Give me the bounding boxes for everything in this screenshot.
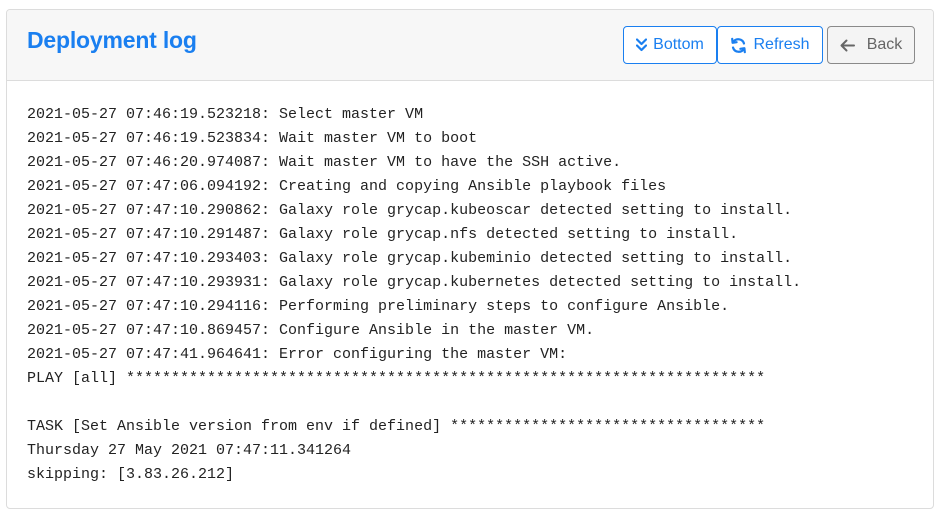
log-line: skipping: [3.83.26.212] [27,466,235,483]
log-line: 2021-05-27 07:47:06.094192: Creating and… [27,178,667,195]
log-line: 2021-05-27 07:46:19.523218: Select maste… [27,106,424,123]
arrow-left-icon [840,39,855,52]
log-line: 2021-05-27 07:46:20.974087: Wait master … [27,154,622,171]
log-line: TASK [Set Ansible version from env if de… [27,418,766,435]
refresh-icon [730,37,747,54]
log-line: 2021-05-27 07:47:10.294116: Performing p… [27,298,730,315]
log-line: 2021-05-27 07:47:10.293931: Galaxy role … [27,274,802,291]
log-line: 2021-05-27 07:47:10.293403: Galaxy role … [27,250,793,267]
deployment-log-card: Deployment log Bottom Refresh Back 2021-… [6,9,934,509]
log-line: 2021-05-27 07:47:41.964641: Error config… [27,346,568,363]
log-output: 2021-05-27 07:46:19.523218: Select maste… [27,103,801,487]
double-chevron-down-icon [636,38,648,52]
log-line: Thursday 27 May 2021 07:47:11.341264 [27,442,352,459]
page-title: Deployment log [27,27,197,53]
refresh-button-label: Refresh [753,36,810,53]
back-button-label: Back [866,36,903,53]
log-line: 2021-05-27 07:47:10.291487: Galaxy role … [27,226,739,243]
log-line: 2021-05-27 07:47:10.290862: Galaxy role … [27,202,793,219]
log-line: PLAY [all] *****************************… [27,370,766,387]
bottom-button[interactable]: Bottom [623,26,717,64]
log-line: 2021-05-27 07:47:10.869457: Configure An… [27,322,595,339]
bottom-button-label: Bottom [653,36,704,53]
card-header: Deployment log Bottom Refresh Back [7,10,933,81]
log-line: 2021-05-27 07:46:19.523834: Wait master … [27,130,478,147]
back-button[interactable]: Back [827,26,915,64]
refresh-button[interactable]: Refresh [717,26,823,64]
